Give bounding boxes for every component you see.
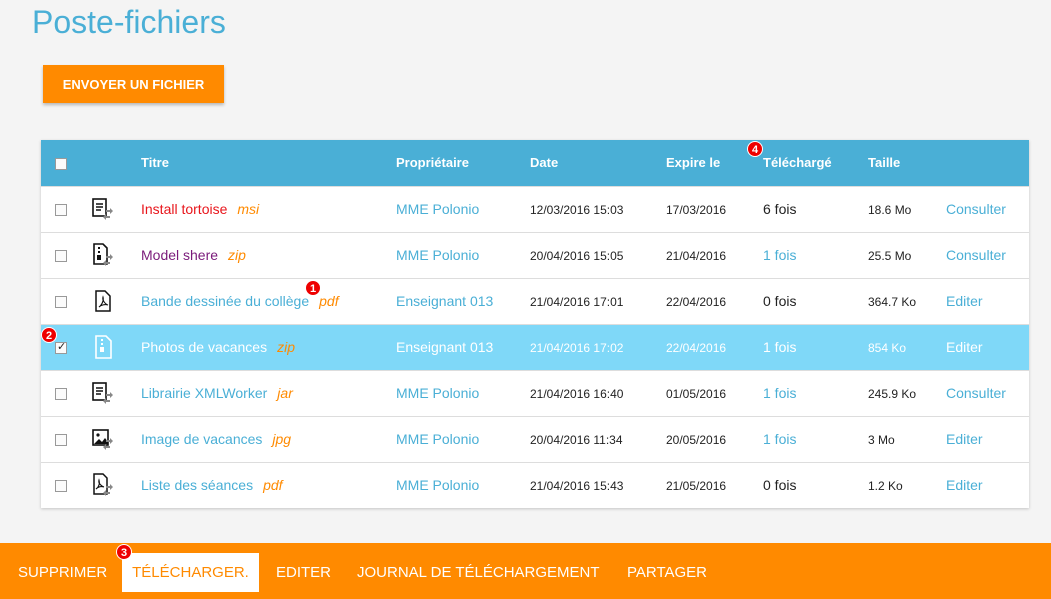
file-expire-date: 20/05/2016 [666, 432, 727, 447]
file-size: 3 Mo [868, 432, 895, 447]
file-title[interactable]: Photos de vacances [141, 339, 267, 355]
file-title[interactable]: Install tortoise [141, 201, 227, 217]
file-owner[interactable]: MME Polonio [396, 477, 479, 493]
file-extension: pdf [319, 293, 339, 309]
row-checkbox[interactable] [55, 340, 67, 355]
file-date: 20/04/2016 11:34 [530, 432, 623, 447]
files-table: Titre Propriétaire Date Expire le Téléch… [41, 140, 1029, 508]
table-row[interactable]: Install tortoise msi MME Polonio 12/03/2016… [41, 186, 1029, 232]
row-checkbox[interactable] [55, 204, 67, 217]
header-taille[interactable]: Taille [868, 140, 946, 186]
file-size: 364.7 Ko [868, 294, 917, 309]
file-expire-date: 21/04/2016 [666, 248, 727, 263]
table-row[interactable]: Librairie XMLWorker jar MME Polonio 21/04/2… [41, 370, 1029, 416]
annotation-badge-3: 3 [116, 544, 132, 560]
header-date[interactable]: Date [530, 140, 666, 186]
file-title[interactable]: Image de vacances [141, 431, 262, 447]
file-extension: jar [277, 385, 293, 401]
row-action-link[interactable]: Consulter [946, 201, 1006, 217]
delete-action[interactable]: SUPPRIMER [8, 553, 117, 592]
document-transfer-icon [91, 197, 115, 221]
download-count: 0 fois [763, 293, 797, 309]
row-checkbox[interactable] [55, 388, 67, 401]
pdf-file-icon [91, 289, 115, 313]
download-action[interactable]: TÉLÉCHARGER. [122, 553, 259, 592]
zip-file-transfer-icon [91, 243, 115, 267]
table-row[interactable]: Model shere zip MME Polonio 20/04/2016 15:0… [41, 232, 1029, 278]
file-date: 21/04/2016 15:43 [530, 478, 624, 493]
download-count[interactable]: 1 fois [763, 385, 796, 401]
file-expire-date: 21/05/2016 [666, 478, 727, 493]
row-checkbox[interactable] [55, 480, 67, 493]
download-count[interactable]: 1 fois [763, 339, 796, 355]
file-size: 854 Ko [868, 340, 907, 355]
row-checkbox[interactable] [55, 296, 67, 309]
annotation-badge-4: 4 [747, 141, 763, 157]
file-title[interactable]: Model shere [141, 247, 218, 263]
file-size: 18.6 Mo [868, 202, 912, 217]
file-size: 1.2 Ko [868, 478, 903, 493]
header-telecharge[interactable]: Téléchargé [763, 140, 868, 186]
file-date: 21/04/2016 17:02 [530, 340, 624, 355]
bottom-action-bar: SUPPRIMER TÉLÉCHARGER. EDITER JOURNAL DE… [0, 543, 1051, 599]
file-date: 12/03/2016 15:03 [530, 202, 624, 217]
file-expire-date: 22/04/2016 [666, 294, 727, 309]
file-extension: msi [237, 201, 260, 217]
file-title[interactable]: Librairie XMLWorker [141, 385, 267, 401]
header-proprietaire[interactable]: Propriétaire [396, 140, 530, 186]
download-count[interactable]: 1 fois [763, 247, 796, 263]
image-file-transfer-icon [91, 427, 115, 451]
file-expire-date: 22/04/2016 [666, 340, 727, 355]
row-action-link[interactable]: Editer [946, 293, 983, 309]
file-owner[interactable]: MME Polonio [396, 385, 479, 401]
page-title: Poste-fichiers [32, 4, 226, 40]
row-checkbox[interactable] [55, 434, 67, 447]
zip-file-icon [91, 335, 115, 359]
file-title[interactable]: Bande dessinée du collège [141, 293, 309, 309]
table-row[interactable]: Liste des séances pdf MME Polonio 21/04/201… [41, 462, 1029, 508]
edit-action[interactable]: EDITER [266, 553, 341, 592]
row-action-link[interactable]: Editer [946, 431, 983, 447]
pdf-file-transfer-icon [91, 473, 115, 497]
file-owner[interactable]: MME Polonio [396, 431, 479, 447]
file-extension: jpg [272, 431, 292, 447]
file-size: 245.9 Ko [868, 386, 917, 401]
annotation-badge-1: 1 [305, 280, 321, 296]
file-owner[interactable]: MME Polonio [396, 201, 479, 217]
row-action-link[interactable]: Consulter [946, 247, 1006, 263]
header-titre[interactable]: Titre [141, 140, 396, 186]
row-action-link[interactable]: Consulter [946, 385, 1006, 401]
file-owner[interactable]: MME Polonio [396, 247, 479, 263]
file-size: 25.5 Mo [868, 248, 912, 263]
row-action-link[interactable]: Editer [946, 477, 983, 493]
row-action-link[interactable]: Editer [946, 339, 983, 355]
download-log-action[interactable]: JOURNAL DE TÉLÉCHARGEMENT [347, 553, 610, 592]
file-title[interactable]: Liste des séances [141, 477, 253, 493]
share-action[interactable]: PARTAGER [617, 553, 717, 592]
file-date: 20/04/2016 15:05 [530, 248, 624, 263]
file-extension: zip [228, 247, 246, 263]
download-count[interactable]: 1 fois [763, 431, 796, 447]
table-row[interactable]: Photos de vacances zip Enseignant 013 21/04… [41, 324, 1029, 370]
file-expire-date: 17/03/2016 [666, 202, 727, 217]
file-owner[interactable]: Enseignant 013 [396, 339, 493, 355]
file-date: 21/04/2016 17:01 [530, 294, 624, 309]
file-extension: pdf [263, 477, 283, 494]
file-date: 21/04/2016 16:40 [530, 386, 624, 401]
document-transfer-icon [91, 381, 115, 405]
row-checkbox[interactable] [55, 250, 67, 263]
table-row[interactable]: Bande dessinée du collège pdf Enseignant 0… [41, 278, 1029, 324]
file-expire-date: 01/05/2016 [666, 386, 727, 401]
upload-file-button[interactable]: ENVOYER UN FICHIER [43, 65, 224, 103]
download-count: 6 fois [763, 201, 797, 217]
file-owner[interactable]: Enseignant 013 [396, 293, 493, 309]
table-header-row: Titre Propriétaire Date Expire le Téléch… [41, 140, 1029, 186]
download-count: 0 fois [763, 477, 797, 494]
annotation-badge-2: 2 [41, 327, 57, 343]
select-all-checkbox[interactable] [55, 157, 67, 170]
table-row[interactable]: Image de vacances jpg MME Polonio 20/04/201… [41, 416, 1029, 462]
file-extension: zip [277, 339, 295, 355]
